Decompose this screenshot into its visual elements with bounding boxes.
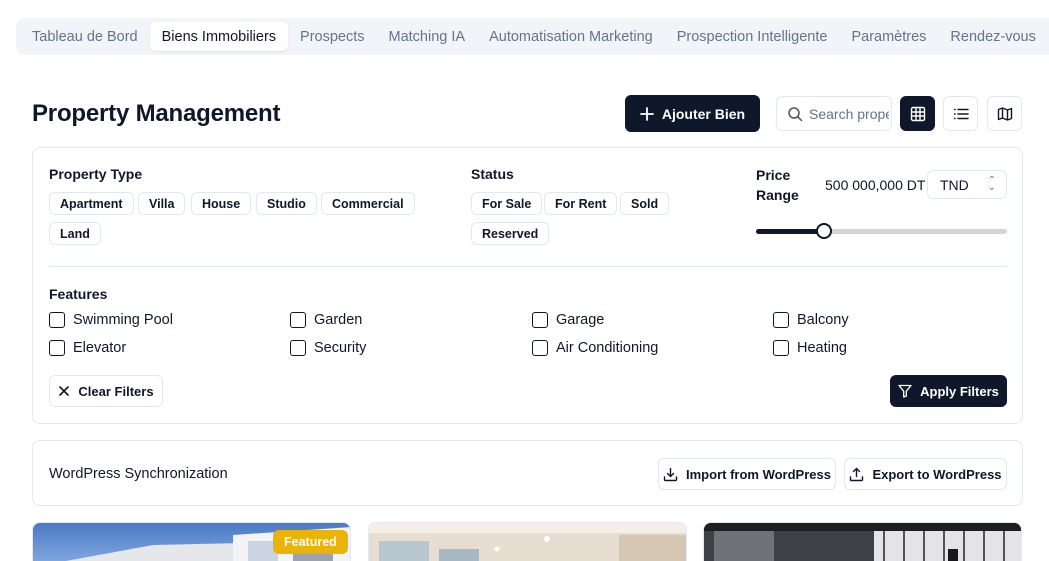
list-icon bbox=[953, 108, 969, 119]
grid-icon bbox=[910, 106, 925, 121]
price-slider[interactable] bbox=[756, 223, 1007, 239]
feature-garage[interactable]: Garage bbox=[532, 312, 604, 328]
feature-security[interactable]: Security bbox=[290, 340, 366, 356]
close-icon bbox=[59, 386, 70, 396]
add-property-button[interactable]: Ajouter Bien bbox=[625, 95, 760, 132]
clear-filters-button[interactable]: Clear Filters bbox=[49, 375, 163, 407]
status-label: Status bbox=[471, 166, 514, 182]
property-type-label: Property Type bbox=[49, 166, 143, 182]
property-card[interactable] bbox=[703, 522, 1022, 561]
tab-prospects[interactable]: Prospects bbox=[288, 22, 376, 51]
wordpress-sync-title: WordPress Synchronization bbox=[49, 466, 228, 482]
import-wordpress-label: Import from WordPress bbox=[686, 466, 831, 482]
apply-filters-button[interactable]: Apply Filters bbox=[890, 375, 1007, 407]
feature-heating[interactable]: Heating bbox=[773, 340, 847, 356]
feature-label: Security bbox=[314, 340, 367, 356]
tab-rendez-vous[interactable]: Rendez-vous bbox=[938, 22, 1047, 51]
price-value: 500 000,000 DT bbox=[825, 177, 926, 193]
download-icon bbox=[663, 467, 678, 481]
currency-value: TND bbox=[940, 176, 969, 193]
chip-commercial[interactable]: Commercial bbox=[321, 192, 415, 215]
tab-biens-immobiliers[interactable]: Biens Immobiliers bbox=[149, 22, 289, 51]
map-view-button[interactable] bbox=[987, 96, 1022, 131]
feature-elevator[interactable]: Elevator bbox=[49, 340, 126, 356]
chip-house[interactable]: House bbox=[191, 192, 252, 215]
feature-label: Heating bbox=[797, 340, 847, 356]
feature-label: Swimming Pool bbox=[73, 312, 173, 328]
feature-swimming-pool[interactable]: Swimming Pool bbox=[49, 312, 173, 328]
feature-garden[interactable]: Garden bbox=[290, 312, 362, 328]
filters-panel: Property Type Apartment Villa House Stud… bbox=[32, 147, 1023, 424]
upload-icon bbox=[850, 467, 864, 481]
clear-filters-label: Clear Filters bbox=[78, 383, 154, 399]
grid-view-button[interactable] bbox=[900, 96, 935, 131]
filters-divider bbox=[49, 266, 1007, 267]
import-wordpress-button[interactable]: Import from WordPress bbox=[658, 458, 836, 490]
property-photo bbox=[369, 523, 686, 561]
chip-sold[interactable]: Sold bbox=[620, 192, 670, 215]
checkbox[interactable] bbox=[532, 340, 548, 356]
price-slider-thumb[interactable] bbox=[815, 223, 832, 239]
price-range-label: Price Range bbox=[756, 167, 799, 203]
tab-parametres[interactable]: Paramètres bbox=[839, 22, 938, 51]
feature-label: Garden bbox=[314, 312, 363, 328]
plus-icon bbox=[639, 106, 654, 121]
tab-prospection-intelligente[interactable]: Prospection Intelligente bbox=[665, 22, 840, 51]
chevron-updown-icon: ⌃ ⌄ bbox=[987, 175, 996, 193]
chip-villa[interactable]: Villa bbox=[138, 192, 186, 215]
tab-tableau-de-bord[interactable]: Tableau de Bord bbox=[20, 22, 150, 51]
export-wordpress-button[interactable]: Export to WordPress bbox=[844, 458, 1007, 490]
checkbox[interactable] bbox=[290, 312, 306, 328]
feature-label: Air Conditioning bbox=[556, 340, 659, 356]
checkbox[interactable] bbox=[49, 312, 65, 328]
main-tabs: Tableau de Bord Biens Immobiliers Prospe… bbox=[16, 18, 1049, 55]
chip-apartment[interactable]: Apartment bbox=[49, 192, 134, 215]
map-icon bbox=[997, 106, 1012, 121]
property-card[interactable] bbox=[368, 522, 687, 561]
checkbox[interactable] bbox=[773, 312, 789, 328]
apply-filters-label: Apply Filters bbox=[920, 383, 999, 399]
feature-label: Balcony bbox=[797, 312, 849, 328]
property-card[interactable]: Featured bbox=[32, 522, 351, 561]
checkbox[interactable] bbox=[773, 340, 789, 356]
export-wordpress-label: Export to WordPress bbox=[872, 466, 1002, 482]
checkbox[interactable] bbox=[49, 340, 65, 356]
checkbox[interactable] bbox=[290, 340, 306, 356]
search-input[interactable] bbox=[809, 105, 889, 122]
search-box[interactable] bbox=[776, 96, 892, 131]
feature-label: Elevator bbox=[73, 340, 127, 356]
features-label: Features bbox=[49, 286, 108, 302]
featured-badge: Featured bbox=[273, 530, 348, 554]
chip-land[interactable]: Land bbox=[49, 222, 101, 245]
chip-for-rent[interactable]: For Rent bbox=[544, 192, 618, 215]
feature-label: Garage bbox=[556, 312, 605, 328]
page-title: Property Management bbox=[32, 100, 281, 127]
currency-select[interactable]: TND ⌃ ⌄ bbox=[927, 170, 1007, 199]
tab-automatisation-marketing[interactable]: Automatisation Marketing bbox=[477, 22, 665, 51]
feature-air-conditioning[interactable]: Air Conditioning bbox=[532, 340, 658, 356]
filter-icon bbox=[898, 384, 912, 398]
tab-matching-ia[interactable]: Matching IA bbox=[377, 22, 478, 51]
chip-for-sale[interactable]: For Sale bbox=[471, 192, 543, 215]
wordpress-sync-panel: WordPress Synchronization Import from Wo… bbox=[32, 440, 1023, 506]
checkbox[interactable] bbox=[532, 312, 548, 328]
list-view-button[interactable] bbox=[943, 96, 978, 131]
price-slider-fill bbox=[756, 229, 824, 234]
property-photo bbox=[704, 523, 1021, 561]
feature-balcony[interactable]: Balcony bbox=[773, 312, 849, 328]
search-icon bbox=[788, 106, 803, 121]
chip-reserved[interactable]: Reserved bbox=[471, 222, 550, 245]
chip-studio[interactable]: Studio bbox=[256, 192, 317, 215]
add-property-label: Ajouter Bien bbox=[661, 105, 746, 122]
